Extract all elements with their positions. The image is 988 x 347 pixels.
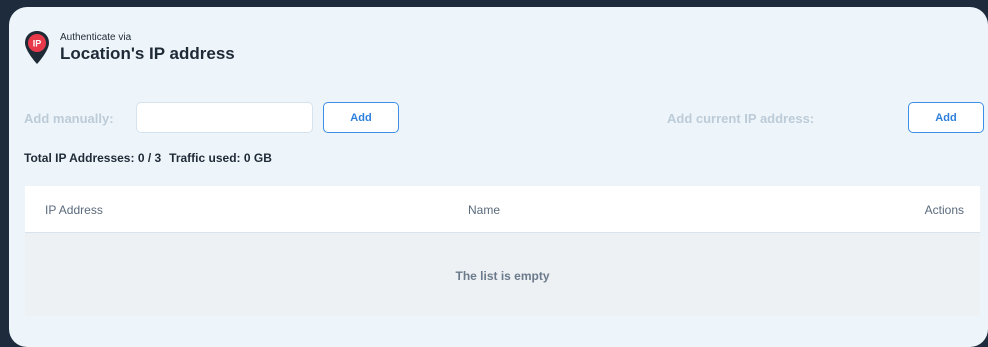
- add-current-ip-button[interactable]: Add: [908, 102, 984, 133]
- svg-text:IP: IP: [33, 39, 42, 49]
- table-body: The list is empty: [25, 233, 980, 316]
- add-ip-row: Add manually: Add Add current IP address…: [9, 102, 988, 134]
- header-subtitle: Authenticate via: [60, 32, 132, 43]
- ip-auth-panel: IP Authenticate via Location's IP addres…: [9, 7, 988, 347]
- usage-summary: Total IP Addresses: 0 / 3 Traffic used: 0…: [24, 151, 272, 165]
- ip-address-input[interactable]: [136, 102, 313, 133]
- page-title: Location's IP address: [60, 44, 235, 63]
- empty-list-message: The list is empty: [455, 269, 550, 283]
- total-ip-addresses: Total IP Addresses: 0 / 3: [24, 151, 162, 165]
- header-text: Authenticate via Location's IP address: [60, 30, 235, 64]
- traffic-used: Traffic used: 0 GB: [169, 151, 272, 165]
- add-current-ip-label: Add current IP address:: [667, 111, 815, 126]
- column-header-name[interactable]: Name: [468, 203, 500, 217]
- table-header: IP Address Name Actions: [25, 186, 980, 233]
- panel-header: IP Authenticate via Location's IP addres…: [24, 30, 235, 66]
- add-manually-label: Add manually:: [24, 111, 114, 126]
- add-manually-button[interactable]: Add: [323, 102, 399, 133]
- column-header-actions: Actions: [924, 203, 964, 217]
- column-header-ip-address[interactable]: IP Address: [45, 203, 103, 217]
- location-pin-ip-icon: IP: [25, 31, 49, 64]
- ip-address-table: IP Address Name Actions The list is empt…: [25, 186, 980, 316]
